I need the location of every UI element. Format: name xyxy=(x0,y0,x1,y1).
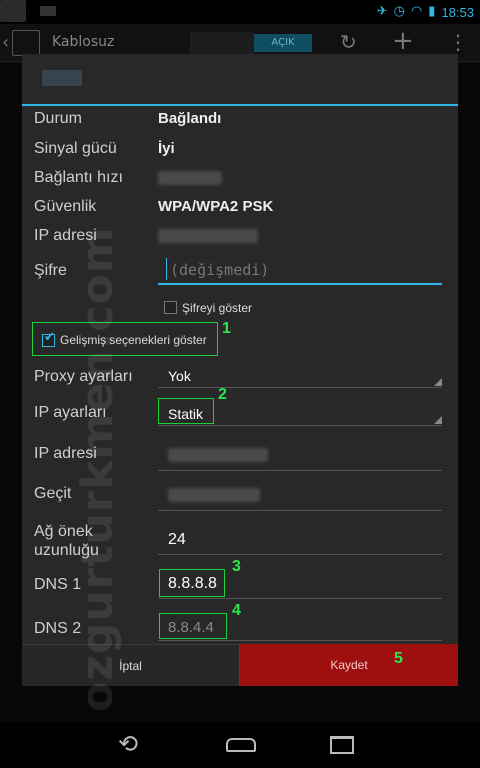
show-password-checkbox[interactable] xyxy=(164,301,177,314)
link-speed-value-redacted xyxy=(158,171,222,185)
ip-settings-spinner-line xyxy=(158,425,442,426)
proxy-spinner-line xyxy=(158,387,442,388)
gateway-underline xyxy=(158,510,442,511)
cancel-button[interactable]: İptal xyxy=(22,644,239,686)
annotation-5: 5 xyxy=(394,650,403,667)
annotation-4: 4 xyxy=(232,602,241,619)
navigation-bar: ⟲ xyxy=(0,722,480,768)
wifi-icon: ◠ xyxy=(410,4,423,19)
security-value: WPA/WPA2 PSK xyxy=(158,198,274,215)
highlight-box-2 xyxy=(158,398,214,424)
back-icon[interactable]: ⟲ xyxy=(118,730,138,758)
status-value: Bağlandı xyxy=(158,110,222,127)
home-icon[interactable] xyxy=(226,738,256,752)
signal-value: İyi xyxy=(158,140,175,157)
dns2-underline xyxy=(158,640,442,641)
dns1-underline xyxy=(158,598,442,599)
ip-info-value-redacted xyxy=(158,229,258,243)
status-bar: ✈ ◷ ◠ ▮ 18:53 xyxy=(0,0,480,24)
notification-icon xyxy=(0,0,26,22)
highlight-box-3 xyxy=(159,569,225,597)
alarm-icon: ◷ xyxy=(393,4,405,19)
ip-settings-dropdown-icon xyxy=(434,416,442,424)
annotation-1: 1 xyxy=(222,320,231,337)
show-password-label: Şifreyi göster xyxy=(182,301,253,315)
app-bar-field xyxy=(190,32,254,54)
gateway-input-redacted[interactable] xyxy=(168,488,260,502)
prefix-length-underline xyxy=(158,554,442,555)
recent-apps-icon[interactable] xyxy=(330,736,354,754)
add-network-icon[interactable]: + xyxy=(392,26,414,56)
overflow-menu-icon[interactable]: ⋮ xyxy=(448,30,468,54)
back-caret-icon[interactable]: ‹ xyxy=(2,32,9,53)
scan-icon[interactable]: ↻ xyxy=(340,30,357,54)
watermark: ozgurturkmen.com xyxy=(60,62,123,712)
annotation-3: 3 xyxy=(232,558,241,575)
ip-address-input-redacted[interactable] xyxy=(168,448,268,462)
save-button[interactable]: Kaydet xyxy=(240,644,458,686)
ip-address-underline xyxy=(158,470,442,471)
battery-icon: ▮ xyxy=(428,4,436,19)
pin-icon: ✈ xyxy=(376,4,388,19)
highlight-box-4 xyxy=(159,613,227,639)
prefix-length-input[interactable]: 24 xyxy=(168,531,186,549)
proxy-dropdown-icon xyxy=(434,378,442,386)
annotation-2: 2 xyxy=(218,386,227,403)
clock: 18:53 xyxy=(441,4,474,20)
password-underline xyxy=(158,283,442,285)
app-title: Kablosuz xyxy=(52,34,115,50)
notification-icon-small xyxy=(40,6,56,16)
proxy-spinner[interactable]: Yok xyxy=(168,368,191,384)
watermark-text: ozgurturkmen.com xyxy=(72,226,123,712)
text-cursor xyxy=(166,258,167,280)
status-icons: ✈ ◷ ◠ ▮ 18:53 xyxy=(377,2,474,22)
wifi-toggle[interactable]: AÇIK xyxy=(254,34,312,52)
settings-app-icon xyxy=(12,30,40,56)
password-input[interactable]: (değişmedi) xyxy=(170,261,269,279)
